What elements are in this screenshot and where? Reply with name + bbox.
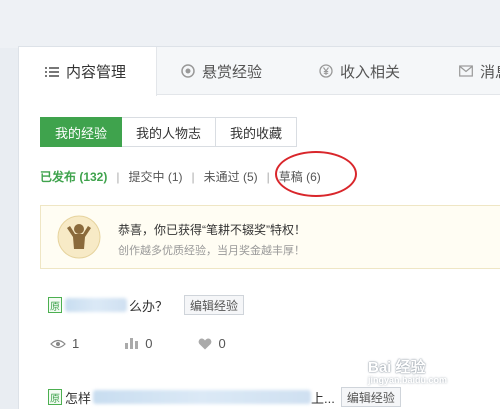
filter-separator: | [116,169,120,184]
mail-icon [459,64,473,78]
filter-separator: | [266,169,270,184]
tab-label: 收入相关 [340,63,401,81]
privilege-subtitle: 创作越多优质经验，当月奖金越丰厚！ [118,245,305,257]
tab-label: 悬赏经验 [202,63,263,81]
privilege-notice: 恭喜，你已获得“笔耕不辍奖”特权！ 创作越多优质经验，当月奖金越丰厚！ [40,205,500,269]
list-item: 原 么办？ 编辑经验 [48,295,245,315]
original-badge: 原 [48,389,62,405]
top-band [0,0,500,48]
item-stats: 1 0 0 [50,336,272,351]
likes-stat: 0 [198,336,226,351]
heart-icon[interactable] [198,338,212,350]
original-badge: 原 [48,297,62,313]
baidu-jingyan-watermark: Bai 经验 jingyan.baidu.com [368,356,447,385]
tab-label: 消息 [480,63,500,81]
content-card: 内容管理 悬赏经验 收入相关 消息 我的经验 我的人物志 我的收藏 已发布 (1… [18,46,500,409]
filter-separator: | [191,169,195,184]
redacted-title [93,390,312,404]
item-title-prefix[interactable]: 怎样 [65,388,91,407]
filter-published[interactable]: 已发布 (132) [40,168,107,185]
likes-count: 0 [218,336,226,351]
list-icon [45,65,59,79]
tab-messages[interactable]: 消息 [459,47,500,95]
votes-stat: 0 [125,336,152,351]
item-title-suffix: 上... [311,390,335,406]
tab-income[interactable]: 收入相关 [319,47,400,95]
eye-icon [50,339,66,348]
trophy-person-icon [57,215,101,259]
tab-bar: 内容管理 悬赏经验 收入相关 消息 [19,47,500,96]
views-stat: 1 [50,336,79,351]
subtab-my-favorites[interactable]: 我的收藏 [216,117,298,147]
tab-label: 内容管理 [66,64,127,81]
filter-submitting[interactable]: 提交中 (1) [128,168,182,185]
highlight-circle [275,151,357,197]
edit-experience-button[interactable]: 编辑经验 [340,387,401,407]
watermark-text: Bai 经验 [368,359,426,376]
subtab-group: 我的经验 我的人物志 我的收藏 [40,117,298,147]
yen-icon [319,64,333,78]
edit-experience-button[interactable]: 编辑经验 [184,295,245,315]
subtab-my-experience[interactable]: 我的经验 [40,117,123,147]
tab-bounty-experience[interactable]: 悬赏经验 [181,47,262,95]
watermark-url: jingyan.baidu.com [368,375,448,385]
item-title[interactable]: 么办？ [129,296,168,315]
votes-count: 0 [145,336,153,351]
coin-icon [181,64,195,78]
bar-chart-icon [125,338,139,349]
redacted-title [65,298,127,312]
tab-content-management[interactable]: 内容管理 [19,47,157,96]
list-item: 原 怎样 上... 编辑经验 [48,387,401,407]
privilege-title: 恭喜，你已获得“笔耕不辍奖”特权！ [118,223,306,237]
filter-rejected[interactable]: 未通过 (5) [204,168,258,185]
subtab-my-profiles[interactable]: 我的人物志 [122,117,217,147]
views-count: 1 [72,336,80,351]
